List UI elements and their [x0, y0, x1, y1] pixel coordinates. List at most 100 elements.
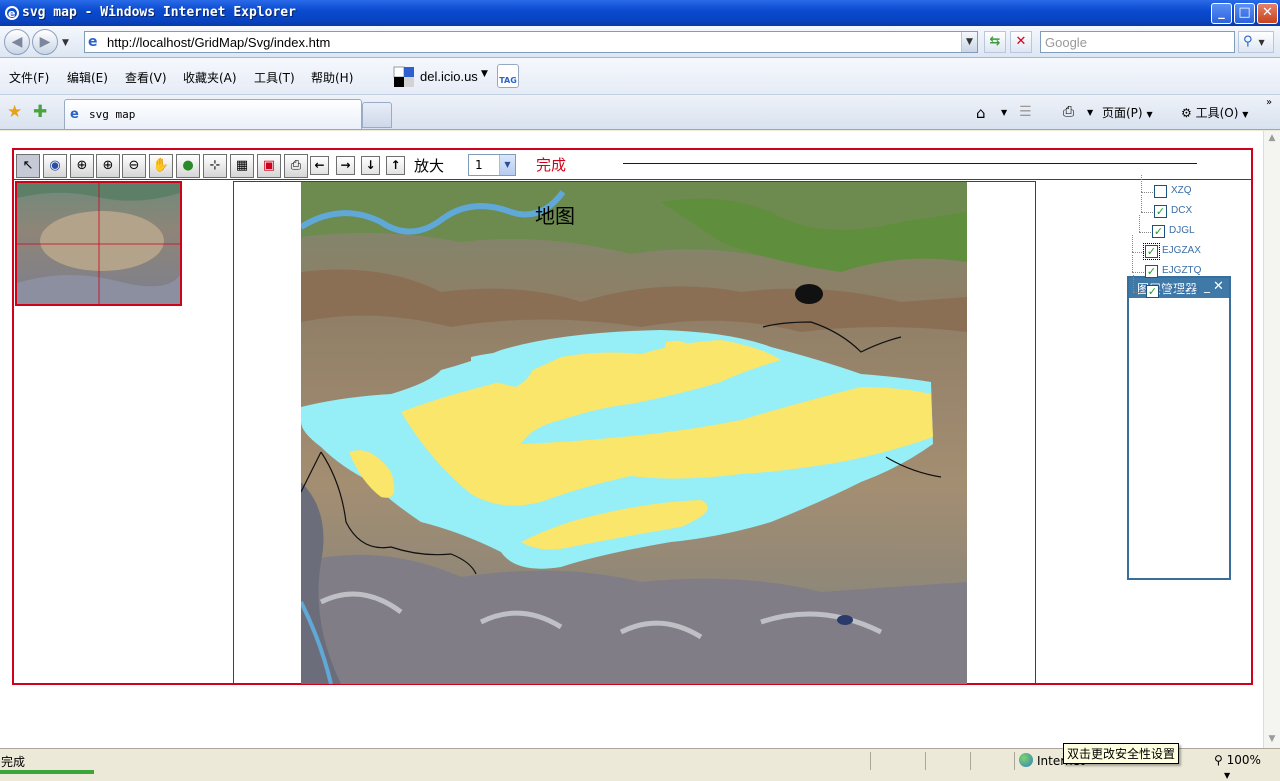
print-dropdown-icon[interactable]: ▼ [1087, 108, 1093, 117]
search-input[interactable]: Google [1040, 31, 1235, 53]
pointer-tool-button[interactable]: ↖ [16, 154, 40, 178]
status-divider [1014, 752, 1015, 770]
search-options-icon: ▼ [1258, 38, 1265, 47]
print-map-button[interactable]: ⎙ [284, 154, 308, 178]
zoom-box-button[interactable]: ⊕ [70, 154, 94, 178]
tree-connector [1141, 192, 1153, 193]
menu-edit[interactable]: 编辑(E) [67, 69, 108, 86]
scroll-down-icon[interactable]: ▼ [1266, 734, 1278, 744]
menu-favorites[interactable]: 收藏夹(A) [183, 69, 237, 86]
page-menu-button[interactable]: 页面(P) ▼ [1102, 104, 1153, 121]
add-favorites-icon[interactable]: ✚ [33, 102, 47, 122]
chevron-more-icon[interactable]: » [1266, 97, 1272, 108]
tree-connector [1139, 215, 1140, 232]
tab-svg-map[interactable]: e svg map [64, 99, 362, 129]
address-row: ◀ ▶ ▼ e http://localhost/GridMap/Svg/ind… [0, 26, 1280, 58]
view-tool-button[interactable]: ◉ [43, 154, 67, 178]
tree-connector [1133, 292, 1145, 293]
full-extent-button[interactable]: ● [176, 154, 200, 178]
scroll-up-icon[interactable]: ▲ [1266, 133, 1278, 143]
layer-item[interactable]: ✓ DCX [1141, 195, 1221, 221]
taskbar-edge [0, 770, 94, 774]
forward-button[interactable]: ▶ [32, 29, 58, 55]
status-divider [970, 752, 971, 770]
layer-checkbox[interactable]: ✓ [1154, 205, 1167, 218]
layer-item[interactable]: ✓ EJGZZJ [1133, 275, 1213, 301]
area-measure-button[interactable]: ▦ [230, 154, 254, 178]
print-icon[interactable]: ⎙ [1063, 104, 1074, 120]
stop-button[interactable]: ✕ [1010, 31, 1032, 53]
feeds-icon[interactable]: ☰ [1019, 104, 1032, 120]
menu-view[interactable]: 查看(V) [125, 69, 167, 86]
address-dropdown-icon[interactable]: ▼ [961, 32, 977, 52]
tree-connector [1141, 195, 1142, 212]
tree-connector [1132, 272, 1144, 273]
internet-globe-icon [1019, 753, 1033, 767]
new-tab-button[interactable] [362, 102, 392, 128]
home-icon[interactable]: ⌂ [976, 104, 986, 122]
tree-connector [1141, 175, 1142, 192]
zoom-out-button[interactable]: ⊖ [122, 154, 146, 178]
zoom-level-button[interactable]: ⚲ 100% ▼ [1214, 753, 1280, 781]
recent-pages-dropdown-icon[interactable]: ▼ [62, 38, 69, 48]
menu-help[interactable]: 帮助(H) [311, 69, 353, 86]
close-button[interactable]: ✕ [1257, 3, 1278, 24]
layer-item[interactable]: ✓ EJGZTQ [1132, 255, 1212, 281]
measure-button[interactable]: ⊹ [203, 154, 227, 178]
layer-checkbox[interactable]: ✓ [1152, 225, 1165, 238]
pan-up-button[interactable]: ↑ [386, 156, 405, 175]
zoom-select[interactable]: 1 ▼ [468, 154, 516, 176]
layer-item[interactable]: ✓ EJGZAX [1132, 235, 1212, 261]
svg-text:e: e [8, 7, 15, 20]
zoom-level: 100% [1226, 753, 1261, 767]
zoom-dropdown-icon: ▼ [1224, 771, 1231, 780]
zoom-box-icon: ⊕ [76, 158, 88, 173]
menu-tools[interactable]: 工具(T) [254, 69, 295, 86]
tree-connector [1133, 275, 1134, 292]
pan-left-button[interactable]: ← [310, 156, 329, 175]
layer-label: DCX [1171, 205, 1193, 216]
tools-label: 工具(O) [1195, 106, 1239, 120]
tree-connector [1139, 232, 1151, 233]
layer-manager-panel[interactable]: 图层管理器 _ ✕ XZQ ✓ DCX ✓ DJGL ✓ EJGZAX ✓ EJGZTQ ✓ EJG… [1127, 175, 1231, 580]
tag-button[interactable]: TAG [497, 64, 519, 88]
tree-connector [1132, 235, 1133, 252]
maximize-button[interactable]: □ [1234, 3, 1255, 24]
map-view[interactable]: 地图 [301, 182, 967, 684]
layer-checkbox[interactable]: ✓ [1146, 285, 1159, 298]
layer-checkbox[interactable]: ✓ [1143, 243, 1160, 260]
menu-file[interactable]: 文件(F) [9, 69, 49, 86]
close-panel-button[interactable]: ✕ [1213, 279, 1224, 294]
title-bar[interactable]: e svg map - Windows Internet Explorer _ … [0, 0, 1280, 26]
search-button[interactable]: ⚲ ▼ [1238, 31, 1274, 53]
security-tooltip: 双击更改安全性设置 [1063, 743, 1180, 764]
layer-label: EJGZZJ [1163, 285, 1200, 296]
home-dropdown-icon[interactable]: ▼ [1001, 108, 1007, 117]
arrow-down-icon: ↓ [365, 158, 376, 172]
layer-select-icon: ▣ [262, 158, 276, 173]
minimize-button[interactable]: _ [1211, 3, 1232, 24]
layer-checkbox[interactable]: ✓ [1145, 265, 1158, 278]
scale-line [623, 163, 1197, 164]
page-dropdown-icon: ▼ [1146, 110, 1153, 119]
pan-right-button[interactable]: → [336, 156, 355, 175]
layer-select-button[interactable]: ▣ [257, 154, 281, 178]
pan-button[interactable]: ✋ [149, 154, 173, 178]
page-label: 页面(P) [1102, 106, 1143, 120]
map-title: 地图 [535, 204, 575, 228]
area-measure-icon: ▦ [235, 158, 249, 173]
layer-item[interactable]: XZQ [1141, 175, 1221, 201]
vertical-scrollbar[interactable]: ▲ ▼ [1263, 131, 1280, 748]
layer-checkbox[interactable] [1154, 185, 1167, 198]
back-button[interactable]: ◀ [4, 29, 30, 55]
zoom-in-button[interactable]: ⊕ [96, 154, 120, 178]
address-field[interactable]: e http://localhost/GridMap/Svg/index.htm… [84, 31, 978, 53]
tools-menu-button[interactable]: ⚙ 工具(O) ▼ [1181, 104, 1248, 121]
favorites-star-icon[interactable]: ★ [7, 102, 22, 122]
overview-map[interactable] [15, 181, 182, 306]
refresh-button[interactable]: ⇆ [984, 31, 1006, 53]
pan-down-button[interactable]: ↓ [361, 156, 380, 175]
arrow-left-icon: ← [314, 158, 325, 172]
status-text: 完成 [1, 755, 26, 769]
layer-item[interactable]: ✓ DJGL [1139, 215, 1219, 241]
